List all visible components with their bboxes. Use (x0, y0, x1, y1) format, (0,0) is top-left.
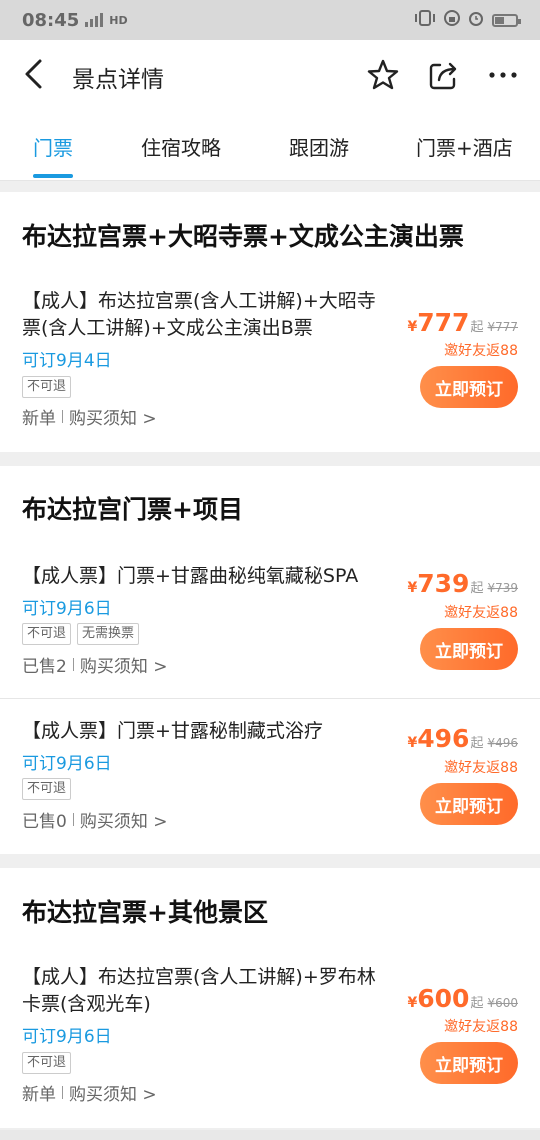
ticket-name: 【成人票】门票+甘露秘制藏式浴疗 (22, 720, 323, 742)
purchase-notice-link[interactable]: 购买须知 > (69, 404, 157, 429)
availability: 可订9月6日 (22, 754, 112, 774)
lock-icon (444, 10, 460, 30)
original-price: ¥496 (487, 736, 518, 750)
tag-badge: 无需换票 (77, 623, 140, 645)
section-title: 布达拉宫票+大昭寺票+文成公主演出票 (22, 222, 464, 251)
item-meta: 已售0 购买须知 > (22, 807, 167, 832)
vibrate-icon (414, 10, 436, 30)
rebate-text: 邀好友返88 (444, 343, 518, 359)
price-suffix: 起 (470, 996, 484, 1011)
signal-icon (85, 13, 104, 27)
network-type: HD (109, 13, 128, 27)
price-value: 739 (417, 569, 470, 598)
rebate-text: 邀好友返88 (444, 605, 518, 621)
availability: 可订9月6日 (22, 1027, 112, 1047)
nav-bar: 景点详情 (0, 40, 540, 108)
price-suffix: 起 (470, 581, 484, 596)
item-divider (0, 698, 540, 699)
tag-badge: 不可退 (22, 1052, 72, 1074)
tab-tickets[interactable]: 门票 (33, 132, 73, 161)
share-icon[interactable] (426, 58, 460, 92)
price-suffix: 起 (470, 320, 484, 335)
ticket-name: 【成人】布达拉宫票(含人工讲解)+罗布林卡票(含观光车) (22, 966, 376, 1015)
tab-group-tour[interactable]: 跟团游 (289, 132, 349, 161)
page-title: 景点详情 (72, 67, 164, 93)
tab-accommodation-guide[interactable]: 住宿攻略 (141, 132, 221, 161)
availability: 可订9月6日 (22, 599, 112, 619)
price-row: ¥ 496 起 ¥496 (408, 724, 519, 753)
back-arrow-icon[interactable] (20, 58, 48, 90)
tag-list: 不可退 (22, 376, 72, 398)
section-title: 布达拉宫票+其他景区 (22, 898, 268, 927)
sold-count: 新单 (22, 1085, 56, 1105)
battery-icon (492, 13, 521, 27)
meta-divider (62, 1086, 63, 1099)
meta-divider (72, 658, 74, 671)
currency-symbol: ¥ (407, 580, 418, 596)
section-card: 布达拉宫门票+项目 【成人票】门票+甘露曲秘纯氧藏秘SPA 可订9月6日 不可退… (0, 466, 540, 854)
tab-ticket-hotel[interactable]: 门票+酒店 (416, 132, 513, 161)
purchase-notice-link[interactable]: 购买须知 > (80, 807, 168, 832)
status-time: 08:45 (22, 9, 80, 31)
ticket-name: 【成人票】门票+甘露曲秘纯氧藏秘SPA (22, 565, 359, 587)
price-row: ¥ 600 起 ¥600 (408, 984, 519, 1013)
purchase-notice-link[interactable]: 购买须知 > (69, 1080, 157, 1105)
purchase-notice-link[interactable]: 购买须知 > (80, 652, 168, 677)
original-price: ¥739 (487, 581, 518, 595)
original-price: ¥600 (487, 996, 518, 1010)
currency-symbol: ¥ (407, 995, 418, 1011)
original-price: ¥777 (487, 320, 518, 334)
item-meta: 新单 购买须知 > (22, 404, 157, 429)
price-value: 600 (417, 984, 470, 1013)
tag-list: 不可退 无需换票 (22, 623, 140, 645)
book-now-button[interactable]: 立即预订 (420, 783, 518, 825)
price-suffix: 起 (470, 736, 484, 751)
sold-count: 已售2 (22, 657, 67, 677)
item-meta: 已售2 购买须知 > (22, 652, 167, 677)
sold-count: 已售0 (22, 812, 67, 832)
active-tab-indicator (33, 174, 73, 178)
tag-badge: 不可退 (22, 376, 72, 398)
book-now-button[interactable]: 立即预订 (420, 1042, 518, 1084)
tag-list: 不可退 (22, 1052, 72, 1074)
more-options-icon[interactable] (486, 58, 520, 92)
currency-symbol: ¥ (407, 319, 418, 335)
currency-symbol: ¥ (407, 735, 418, 751)
item-meta: 新单 购买须知 > (22, 1080, 157, 1105)
book-now-button[interactable]: 立即预订 (420, 628, 518, 670)
favorite-star-icon[interactable] (366, 58, 400, 92)
bottom-edge (0, 1130, 540, 1140)
section-title: 布达拉宫门票+项目 (22, 495, 243, 524)
price-value: 496 (417, 724, 470, 753)
sold-count: 新单 (22, 409, 56, 429)
price-value: 777 (417, 308, 470, 337)
price-row: ¥ 739 起 ¥739 (408, 569, 519, 598)
book-now-button[interactable]: 立即预订 (420, 366, 518, 408)
tag-badge: 不可退 (22, 623, 72, 645)
price-row: ¥ 777 起 ¥777 (408, 308, 519, 337)
tab-bar: 门票 住宿攻略 跟团游 门票+酒店 (0, 108, 540, 181)
tag-badge: 不可退 (22, 778, 72, 800)
availability: 可订9月4日 (22, 351, 112, 371)
section-card: 布达拉宫票+大昭寺票+文成公主演出票 【成人】布达拉宫票(含人工讲解)+大昭寺票… (0, 192, 540, 452)
rebate-text: 邀好友返88 (444, 760, 518, 776)
alarm-icon (468, 10, 484, 30)
status-bar: 08:45 HD (0, 0, 540, 40)
meta-divider (62, 410, 63, 423)
section-card: 布达拉宫票+其他景区 【成人】布达拉宫票(含人工讲解)+罗布林卡票(含观光车) … (0, 868, 540, 1128)
tag-list: 不可退 (22, 778, 72, 800)
ticket-name: 【成人】布达拉宫票(含人工讲解)+大昭寺票(含人工讲解)+文成公主演出B票 (22, 290, 376, 339)
meta-divider (72, 813, 74, 826)
rebate-text: 邀好友返88 (444, 1019, 518, 1035)
